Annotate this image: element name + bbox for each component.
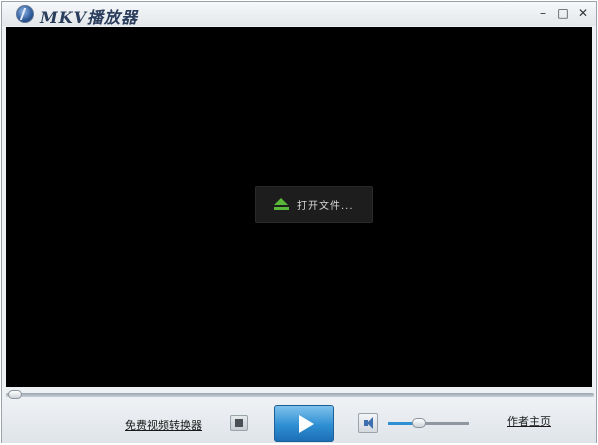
volume-fill xyxy=(388,422,413,425)
progress-track[interactable] xyxy=(6,393,594,397)
open-file-label: 打开文件... xyxy=(297,201,354,212)
title-bar[interactable]: MKV播放器 – □ ✕ xyxy=(2,2,596,27)
play-button[interactable] xyxy=(274,405,334,442)
volume-slider[interactable] xyxy=(388,418,469,428)
player-logo-icon xyxy=(16,5,34,23)
maximize-button[interactable]: □ xyxy=(554,4,572,22)
play-icon xyxy=(299,415,314,433)
stop-icon xyxy=(235,419,243,427)
app-title: MKV播放器 xyxy=(40,8,139,27)
eject-icon xyxy=(274,198,289,211)
window-controls: – □ ✕ xyxy=(534,4,592,22)
minimize-button[interactable]: – xyxy=(534,4,552,22)
open-file-button[interactable]: 打开文件... xyxy=(255,186,373,223)
control-bar: 免费视频转换器 作者主页 xyxy=(2,401,596,443)
stop-button[interactable] xyxy=(230,415,248,431)
progress-bar[interactable] xyxy=(6,389,594,401)
close-button[interactable]: ✕ xyxy=(574,4,592,22)
video-converter-link[interactable]: 免费视频转换器 xyxy=(125,417,202,433)
video-area[interactable]: 打开文件... xyxy=(6,27,592,387)
player-window: MKV播放器 – □ ✕ 打开文件... 免费视频转换器 作者主页 xyxy=(1,1,597,443)
progress-thumb[interactable] xyxy=(8,390,22,399)
mute-button[interactable] xyxy=(358,413,378,433)
author-homepage-link[interactable]: 作者主页 xyxy=(507,413,551,429)
volume-thumb[interactable] xyxy=(412,418,427,428)
